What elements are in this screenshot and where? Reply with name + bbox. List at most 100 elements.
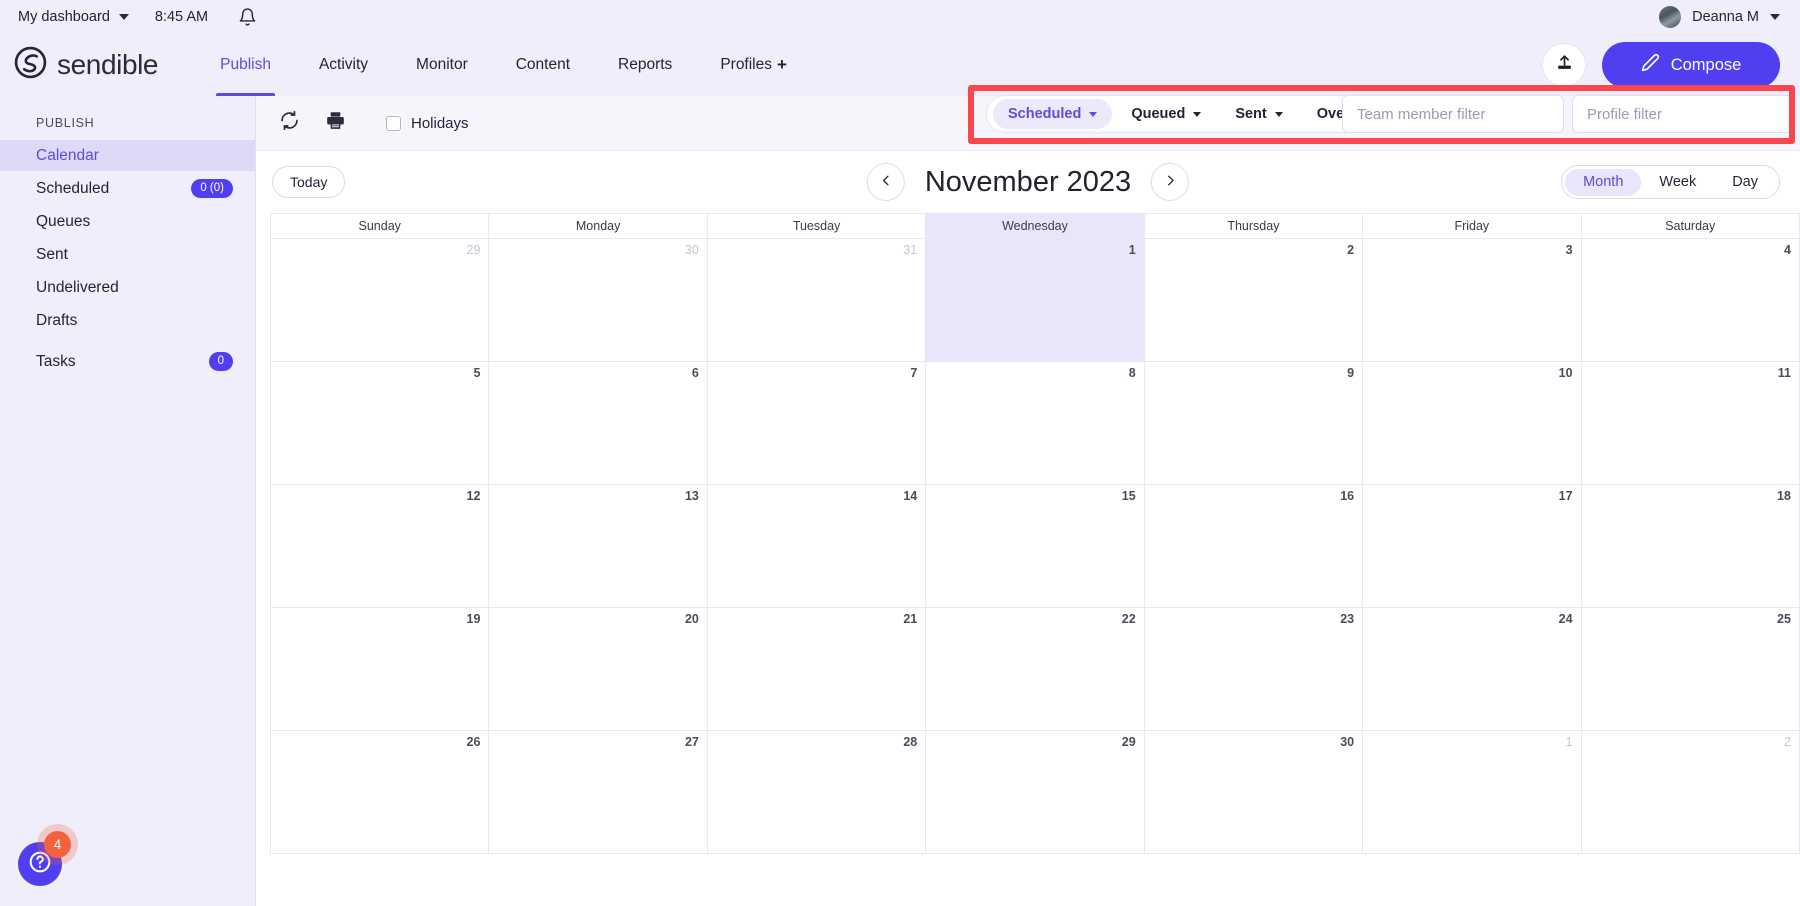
calendar-day-cell[interactable]: 27 [489,731,708,854]
calendar-day-cell[interactable]: 29 [926,731,1145,854]
view-option-month[interactable]: Month [1565,168,1642,196]
calendar-day-cell[interactable]: 20 [489,608,708,731]
calendar-day-cell[interactable]: 1 [1363,731,1582,854]
today-button[interactable]: Today [272,166,346,198]
calendar-day-headers: Sunday Monday Tuesday Wednesday Thursday Frid… [271,214,1800,239]
calendar-day-cell[interactable]: 2 [1144,239,1364,362]
calendar-day-cell[interactable]: 11 [1581,362,1800,485]
calendar-day-cell[interactable]: 8 [926,362,1145,485]
calendar-day-number: 29 [466,243,481,257]
calendar-day-cell[interactable]: 29 [271,239,490,362]
calendar-day-cell[interactable]: 21 [707,608,927,731]
sidebar-item-queues[interactable]: Queues [0,206,255,237]
calendar-day-cell[interactable]: 22 [926,608,1145,731]
calendar-day-cell[interactable]: 25 [1581,608,1800,731]
calendar-day-cell[interactable]: 19 [271,608,490,731]
status-badge: 0 [208,351,233,372]
calendar-day-number: 26 [466,735,481,749]
view-option-week[interactable]: Week [1641,169,1714,196]
utility-bar-left: My dashboard 8:45 AM [0,7,257,27]
calendar-day-cell[interactable]: 9 [1144,362,1364,485]
calendar-day-cell[interactable]: 7 [707,362,927,485]
calendar-day-cell[interactable]: 30 [489,239,708,362]
sidebar-item-undelivered[interactable]: Undelivered [0,272,255,303]
calendar-day-cell[interactable]: 6 [489,362,708,485]
nav-item-profiles[interactable]: Profiles + [696,34,811,96]
calendar-day-cell[interactable]: 16 [1144,485,1364,608]
calendar-day-number: 27 [684,735,699,749]
calendar-day-cell[interactable]: 14 [707,485,927,608]
calendar-day-number: 24 [1558,612,1573,626]
nav-item-reports[interactable]: Reports [594,34,696,96]
sidebar-item-drafts[interactable]: Drafts [0,305,255,336]
calendar-day-cell[interactable]: 31 [707,239,927,362]
holidays-checkbox[interactable] [386,115,401,131]
nav-item-content[interactable]: Content [492,34,594,96]
sidebar-item-calendar[interactable]: Calendar [0,140,255,171]
nav-right-actions: Compose [1542,34,1780,96]
user-name: Deanna M [1692,9,1759,25]
utility-bar: My dashboard 8:45 AM Deanna M [0,0,1800,34]
calendar-day-cell[interactable]: 23 [1144,608,1364,731]
sidebar-item-tasks[interactable]: Tasks 0 [0,346,255,377]
holidays-toggle[interactable]: Holidays [386,115,469,132]
calendar-day-cell[interactable]: 17 [1363,485,1582,608]
compose-button[interactable]: Compose [1602,42,1780,88]
calendar-day-cell[interactable]: 15 [926,485,1145,608]
profile-filter-input[interactable] [1572,95,1793,133]
refresh-button[interactable] [272,106,306,140]
nav-item-publish[interactable]: Publish [196,34,295,96]
filter-chip-sent[interactable]: Sent [1220,99,1297,129]
calendar-day-cell[interactable]: 26 [271,731,490,854]
view-option-day[interactable]: Day [1714,169,1776,196]
calendar-day-cell[interactable]: 13 [489,485,708,608]
chevron-down-icon [1770,14,1780,20]
prev-month-button[interactable] [866,163,905,201]
calendar-day-cell[interactable]: 28 [707,731,927,854]
user-menu[interactable]: Deanna M [1659,0,1780,34]
nav-item-monitor[interactable]: Monitor [392,34,492,96]
dashboard-selector[interactable]: My dashboard [18,9,129,25]
upload-button[interactable] [1542,43,1586,87]
nav-item-activity[interactable]: Activity [295,34,392,96]
calendar-day-cell[interactable]: 12 [271,485,490,608]
calendar-day-number: 1 [1565,735,1573,749]
today-button-label: Today [290,174,328,190]
calendar-day-cell[interactable]: 18 [1581,485,1800,608]
calendar-day-number: 10 [1558,366,1573,380]
bell-icon[interactable] [238,7,257,27]
calendar-day-number: 31 [903,243,918,257]
print-button[interactable] [318,106,352,140]
plus-icon: + [777,55,787,74]
calendar-day-cell[interactable]: 2 [1581,731,1800,854]
sidebar-item-sent[interactable]: Sent [0,239,255,270]
refresh-icon [279,110,300,136]
calendar-week-row: 19 20 21 22 23 24 25 [271,608,1800,731]
sidebar-section-title: PUBLISH [36,116,95,130]
sidebar-item-label: Undelivered [36,278,119,296]
calendar-day-header-sunday: Sunday [271,214,490,239]
calendar-day-cell[interactable]: 1 [926,239,1145,362]
filter-chip-queued[interactable]: Queued [1116,99,1216,129]
team-member-filter-input[interactable] [1342,95,1564,133]
next-month-button[interactable] [1151,163,1190,201]
calendar-day-cell[interactable]: 30 [1144,731,1364,854]
calendar-day-cell[interactable]: 10 [1363,362,1582,485]
calendar-day-number: 23 [1340,612,1355,626]
calendar-day-cell[interactable]: 5 [271,362,490,485]
sendible-logo-icon [14,46,47,84]
calendar-day-number: 29 [1121,735,1136,749]
brand-logo[interactable]: sendible [0,46,159,84]
calendar-day-header-saturday: Saturday [1581,214,1800,239]
brand-name: sendible [57,49,159,80]
calendar-day-cell[interactable]: 24 [1363,608,1582,731]
holidays-label: Holidays [411,114,469,132]
filter-chip-label: Sent [1235,106,1267,122]
filter-chip-scheduled[interactable]: Scheduled [993,99,1113,129]
pencil-icon [1641,53,1660,77]
calendar-day-cell[interactable]: 3 [1363,239,1582,362]
help-notification-badge[interactable]: 4 [44,831,71,858]
calendar-day-cell[interactable]: 4 [1581,239,1800,362]
sidebar-item-scheduled[interactable]: Scheduled 0 (0) [0,173,255,204]
